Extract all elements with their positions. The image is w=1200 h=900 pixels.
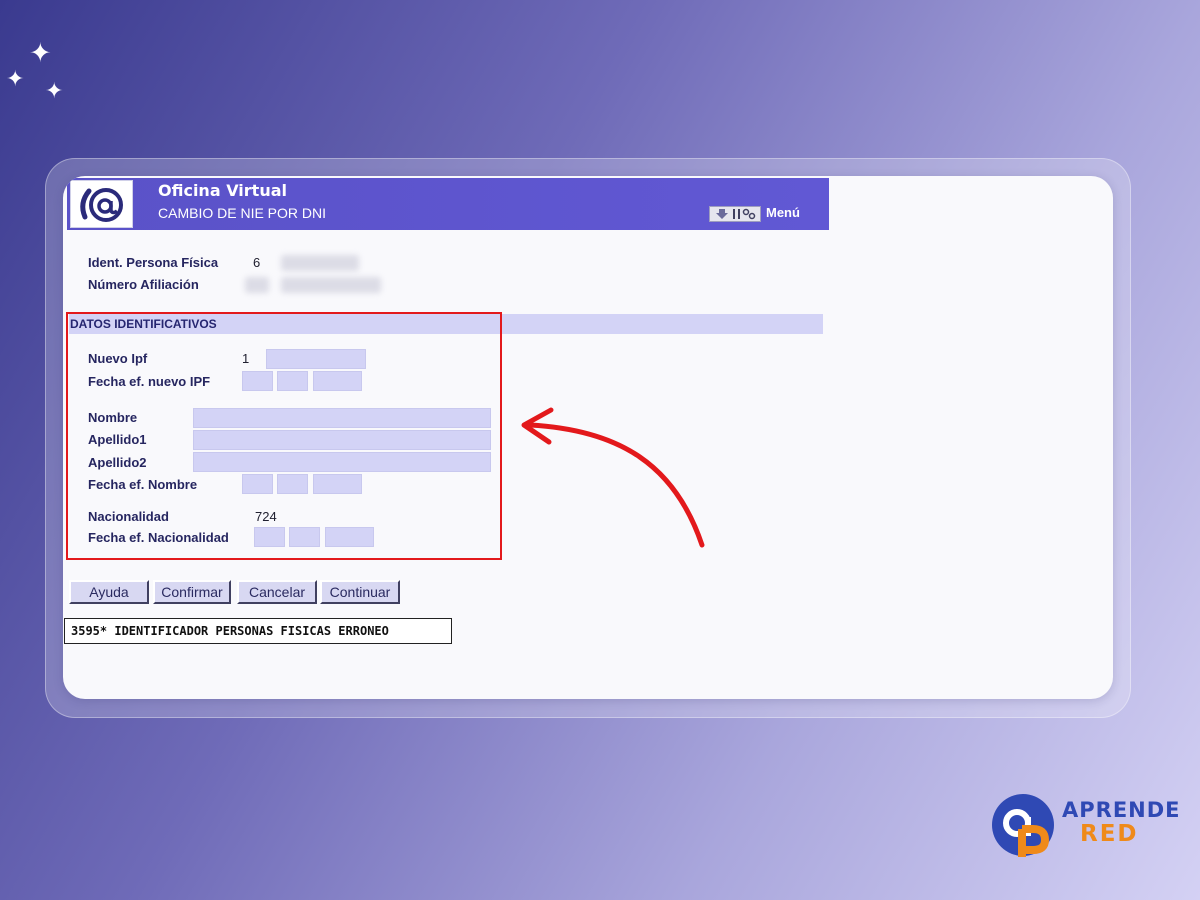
apellido2-input[interactable] — [193, 452, 491, 472]
confirmar-button[interactable]: Confirmar — [153, 580, 231, 604]
fecha-nombre-day-input[interactable] — [242, 474, 273, 494]
nuevo-ipf-input[interactable] — [266, 349, 366, 369]
nacionalidad-value: 724 — [255, 509, 277, 524]
fecha-nombre-year-input[interactable] — [313, 474, 362, 494]
fecha-nacionalidad-year-input[interactable] — [325, 527, 374, 547]
nuevo-ipf-prefix: 1 — [242, 351, 250, 366]
fecha-nuevo-ipf-month-input[interactable] — [277, 371, 308, 391]
fecha-nuevo-ipf-label: Fecha ef. nuevo IPF — [88, 374, 211, 389]
apellido1-label: Apellido1 — [88, 432, 147, 447]
ayuda-button[interactable]: Ayuda — [69, 580, 149, 604]
fecha-nuevo-ipf-year-input[interactable] — [313, 371, 362, 391]
settings-sliders-icon — [732, 208, 755, 220]
at-sign-logo-icon — [70, 180, 133, 228]
cancelar-button[interactable]: Cancelar — [237, 580, 317, 604]
fecha-nuevo-ipf-day-input[interactable] — [242, 371, 273, 391]
brand-name-line1: APRENDE — [1062, 798, 1181, 822]
sparkle-icon: ✦ — [45, 79, 64, 104]
error-message: 3595* IDENTIFICADOR PERSONAS FISICAS ERR… — [64, 618, 452, 644]
fecha-nombre-month-input[interactable] — [277, 474, 308, 494]
redacted-ident-value — [281, 255, 359, 271]
menu-link[interactable]: Menú — [766, 205, 800, 220]
aprende-red-logo-icon — [992, 794, 1054, 857]
menu-icon-button[interactable] — [709, 206, 761, 222]
app-header: Oficina Virtual CAMBIO DE NIE POR DNI Me… — [67, 178, 829, 230]
numero-afiliacion-label: Número Afiliación — [88, 277, 199, 292]
app-window: Oficina Virtual CAMBIO DE NIE POR DNI Me… — [63, 176, 1113, 699]
ident-persona-value: 6 — [253, 255, 261, 270]
apellido1-input[interactable] — [193, 430, 491, 450]
fecha-nacionalidad-day-input[interactable] — [254, 527, 285, 547]
continuar-button[interactable]: Continuar — [320, 580, 400, 604]
redacted-afiliacion-prefix — [245, 277, 269, 293]
redacted-afiliacion-value — [281, 277, 381, 293]
brand-name-line2: RED — [1080, 821, 1139, 847]
nombre-input[interactable] — [193, 408, 491, 428]
section-title: DATOS IDENTIFICATIVOS — [70, 317, 217, 331]
sparkle-icon: ✦ — [6, 67, 25, 92]
fecha-nacionalidad-month-input[interactable] — [289, 527, 320, 547]
sparkle-icon: ✦ — [29, 38, 52, 69]
ident-persona-label: Ident. Persona Física — [88, 255, 219, 270]
page-subtitle: CAMBIO DE NIE POR DNI — [158, 205, 327, 221]
apellido2-label: Apellido2 — [88, 455, 147, 470]
download-arrow-icon — [715, 208, 728, 219]
nacionalidad-label: Nacionalidad — [88, 509, 169, 524]
app-title: Oficina Virtual — [158, 181, 287, 200]
fecha-nacionalidad-label: Fecha ef. Nacionalidad — [88, 530, 229, 545]
fecha-nombre-label: Fecha ef. Nombre — [88, 477, 198, 492]
nuevo-ipf-label: Nuevo Ipf — [88, 351, 148, 366]
nombre-label: Nombre — [88, 410, 138, 425]
